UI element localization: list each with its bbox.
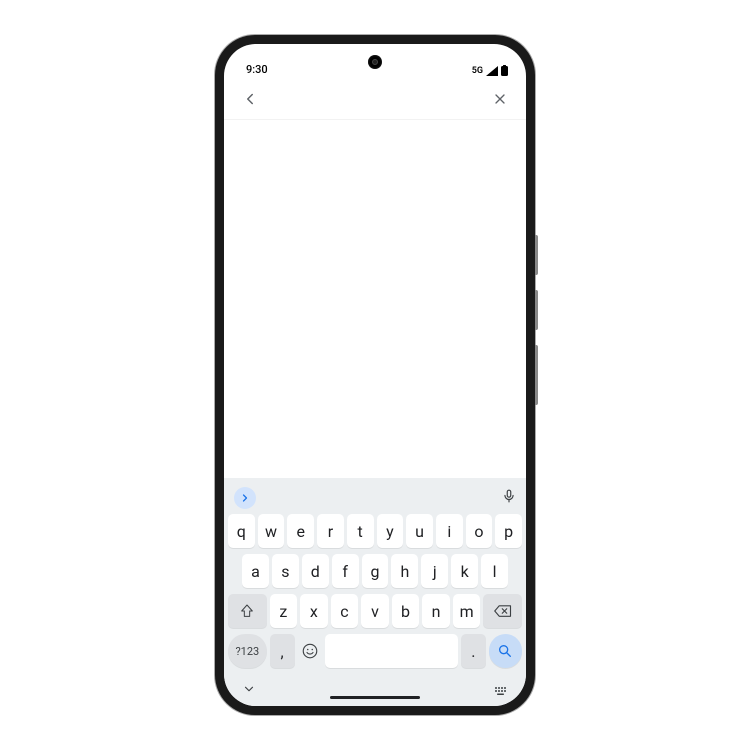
battery-icon [501, 65, 508, 76]
keyboard-hide-button[interactable] [242, 681, 256, 700]
keyboard-row-2: a s d f g h j k l [224, 554, 526, 588]
space-key[interactable] [325, 634, 458, 668]
key-y[interactable]: y [377, 514, 404, 548]
app-bar [224, 78, 526, 120]
comma-key[interactable]: , [270, 634, 295, 668]
symbols-key[interactable]: ?123 [228, 634, 267, 668]
phone-frame: 9:30 5G [215, 35, 535, 715]
screen: 9:30 5G [224, 44, 526, 706]
key-q[interactable]: q [228, 514, 255, 548]
nav-bar [224, 674, 526, 706]
key-m[interactable]: m [453, 594, 481, 628]
front-camera [368, 55, 382, 69]
emoji-key[interactable] [298, 634, 323, 668]
backspace-icon [494, 604, 512, 618]
search-icon [497, 643, 513, 659]
key-g[interactable]: g [362, 554, 389, 588]
keyboard-row-3: z x c v b n m [224, 594, 526, 628]
key-n[interactable]: n [422, 594, 450, 628]
chevron-down-icon [242, 682, 256, 696]
key-p[interactable]: p [495, 514, 522, 548]
key-j[interactable]: j [421, 554, 448, 588]
network-label: 5G [472, 66, 483, 76]
key-z[interactable]: z [270, 594, 298, 628]
chevron-right-icon [239, 492, 251, 504]
expand-toolbar-button[interactable] [234, 487, 256, 509]
backspace-key[interactable] [483, 594, 522, 628]
key-c[interactable]: c [331, 594, 359, 628]
key-o[interactable]: o [466, 514, 493, 548]
key-w[interactable]: w [258, 514, 285, 548]
shift-key[interactable] [228, 594, 267, 628]
volume-up-button [535, 235, 538, 275]
key-b[interactable]: b [392, 594, 420, 628]
volume-down-button [535, 290, 538, 330]
close-button[interactable] [488, 87, 512, 111]
keyboard-row-4: ?123 , . [224, 634, 526, 674]
key-v[interactable]: v [361, 594, 389, 628]
key-u[interactable]: u [406, 514, 433, 548]
key-x[interactable]: x [300, 594, 328, 628]
emoji-icon [301, 642, 319, 660]
chevron-left-icon [241, 90, 259, 108]
voice-input-button[interactable] [502, 488, 516, 508]
shift-icon [239, 603, 255, 619]
key-d[interactable]: d [302, 554, 329, 588]
period-key[interactable]: . [461, 634, 486, 668]
keyboard-row-1: q w e r t y u i o p [224, 514, 526, 548]
key-s[interactable]: s [272, 554, 299, 588]
power-button [535, 345, 538, 405]
content-area[interactable] [224, 120, 526, 478]
signal-icon [486, 66, 498, 76]
microphone-icon [502, 488, 516, 504]
key-f[interactable]: f [332, 554, 359, 588]
key-a[interactable]: a [242, 554, 269, 588]
key-e[interactable]: e [287, 514, 314, 548]
status-time: 9:30 [246, 63, 268, 76]
key-r[interactable]: r [317, 514, 344, 548]
keyboard-grid-icon [494, 686, 508, 696]
key-h[interactable]: h [391, 554, 418, 588]
status-right: 5G [472, 65, 508, 76]
key-l[interactable]: l [481, 554, 508, 588]
key-i[interactable]: i [436, 514, 463, 548]
search-action-key[interactable] [489, 634, 522, 668]
suggestion-row [224, 484, 526, 514]
key-t[interactable]: t [347, 514, 374, 548]
close-icon [492, 91, 508, 107]
back-button[interactable] [238, 87, 262, 111]
key-k[interactable]: k [451, 554, 478, 588]
keyboard-switch-button[interactable] [494, 681, 508, 700]
gesture-handle[interactable] [330, 696, 420, 699]
keyboard: q w e r t y u i o p a s d f g h j k l [224, 478, 526, 706]
